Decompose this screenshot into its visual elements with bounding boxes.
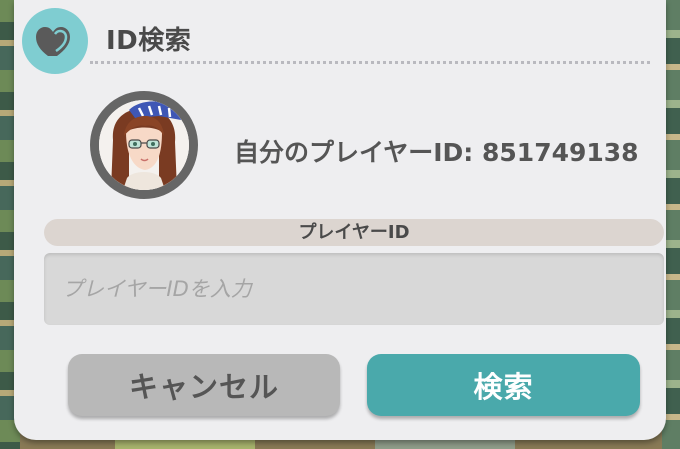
own-player-id: 自分のプレイヤーID: 851749138 (234, 138, 639, 167)
dialog-title: ID検索 (106, 26, 192, 56)
title-divider (90, 61, 650, 64)
id-search-dialog: ID検索 自分のプレイヤーID: 851749138 プレイヤーID プレイヤー… (14, 0, 666, 440)
player-id-input[interactable] (44, 253, 664, 325)
avatar (90, 91, 198, 199)
cancel-button[interactable]: キャンセル (68, 354, 340, 416)
heart-badge-icon (22, 8, 88, 74)
player-id-field-label: プレイヤーID (44, 219, 664, 246)
search-button[interactable]: 検索 (367, 354, 640, 416)
